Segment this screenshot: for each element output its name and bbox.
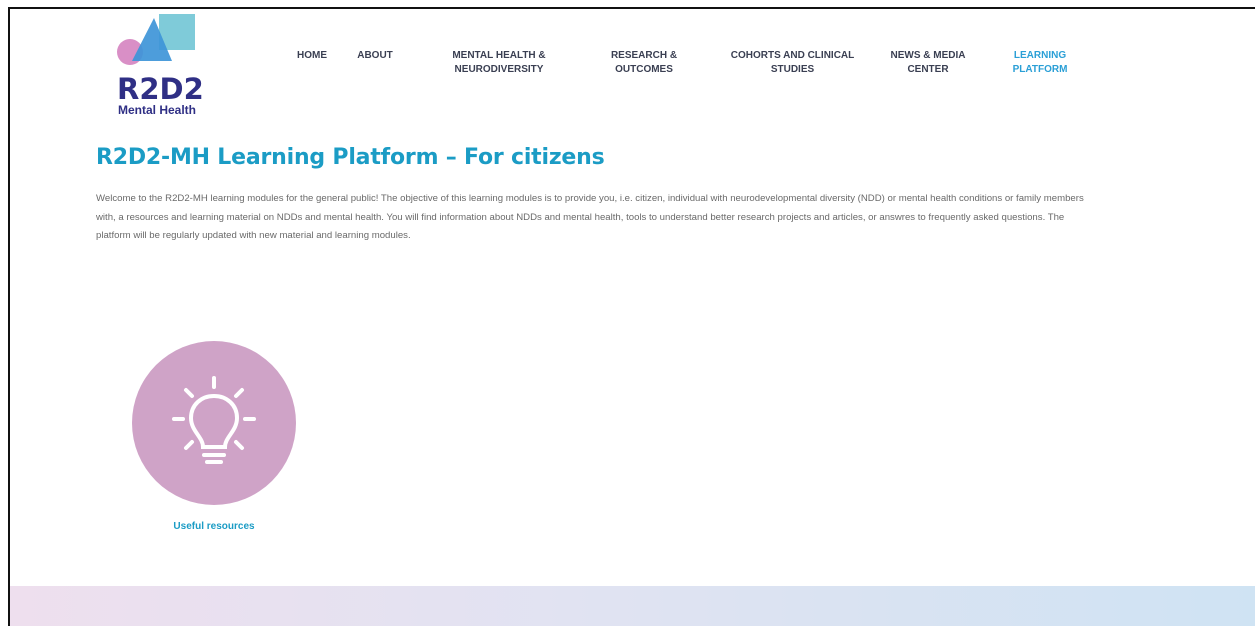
nav-cohorts[interactable]: COHORTS AND CLINICAL STUDIES bbox=[730, 49, 855, 77]
page-frame: R2D2 Mental Health HOME ABOUT MENTAL HEA… bbox=[8, 7, 1255, 626]
nav-mental-health[interactable]: MENTAL HEALTH & NEURODIVERSITY bbox=[448, 49, 550, 77]
module-card-useful-resources[interactable]: Useful resources bbox=[132, 341, 296, 532]
page-title: R2D2-MH Learning Platform – For citizens bbox=[96, 145, 605, 170]
module-label[interactable]: Useful resources bbox=[132, 521, 296, 532]
footer-band bbox=[10, 586, 1255, 626]
nav-news[interactable]: NEWS & MEDIA CENTER bbox=[888, 49, 968, 77]
nav-research[interactable]: RESEARCH & OUTCOMES bbox=[608, 49, 680, 77]
logo-subtitle: Mental Health bbox=[118, 103, 197, 117]
module-circle[interactable] bbox=[132, 341, 296, 505]
nav-learning-platform[interactable]: LEARNING PLATFORM bbox=[1006, 49, 1074, 77]
intro-paragraph: Welcome to the R2D2-MH learning modules … bbox=[96, 193, 1084, 241]
nav-about[interactable]: ABOUT bbox=[355, 49, 395, 63]
nav-home[interactable]: HOME bbox=[295, 49, 329, 63]
main-navigation: HOME ABOUT MENTAL HEALTH & NEURODIVERSIT… bbox=[10, 49, 1255, 89]
lightbulb-icon bbox=[172, 376, 256, 464]
